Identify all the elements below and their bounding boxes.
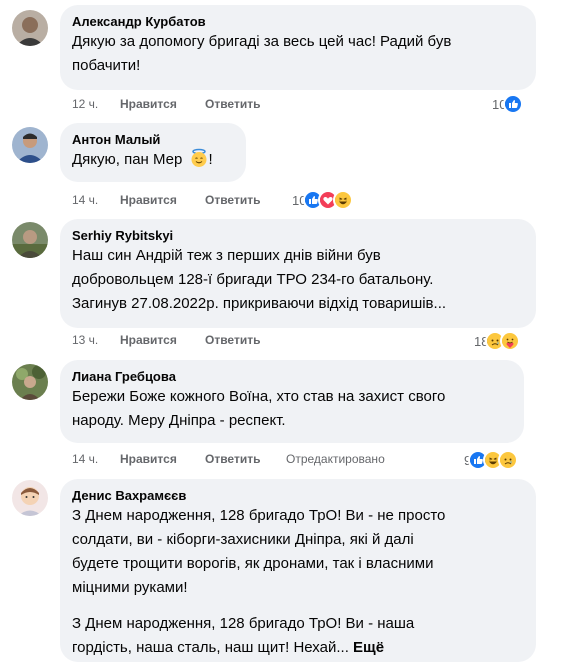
comment-bubble: Serhiy Rybitskyi Наш син Андрій теж з пе… bbox=[60, 219, 536, 328]
see-more-link[interactable]: Ещё bbox=[353, 639, 384, 656]
like-button[interactable]: Нравится bbox=[120, 192, 177, 208]
comment-text-line: солдати, ви - кіборги-захисники Дніпра, … bbox=[72, 531, 414, 548]
edited-label[interactable]: Отредактировано bbox=[286, 451, 385, 467]
reaction-summary[interactable]: 10 bbox=[492, 94, 524, 114]
comment-text-line: міцними руками! bbox=[72, 579, 188, 596]
comment-text-line: Загинув 27.08.2022р. прикриваючи відхід … bbox=[72, 295, 447, 312]
comment-author[interactable]: Антон Малый bbox=[72, 131, 234, 148]
avatar[interactable] bbox=[12, 480, 48, 516]
halo-face-emoji bbox=[189, 148, 209, 168]
comment-text-line: Бережи Боже кожного Воїна, хто став на з… bbox=[72, 388, 446, 405]
like-icon bbox=[503, 94, 524, 114]
comment-time[interactable]: 12 ч. bbox=[72, 96, 98, 112]
like-button[interactable]: Нравится bbox=[120, 96, 177, 112]
comment-text-line: З Днем народження, 128 бригадо ТрО! Ви -… bbox=[72, 507, 446, 524]
avatar[interactable] bbox=[12, 127, 48, 163]
comment-text-line: Дякую за допомогу бригаді за весь цей ча… bbox=[72, 33, 452, 50]
comment-text: гордість, наша сталь, наш щит! Нехай... bbox=[72, 639, 349, 656]
reaction-summary[interactable]: 18 bbox=[474, 331, 521, 351]
like-button[interactable]: Нравится bbox=[120, 332, 177, 348]
like-button[interactable]: Нравится bbox=[120, 451, 177, 467]
comment-author[interactable]: Serhiy Rybitskyi bbox=[72, 227, 524, 244]
comment-text-line: гордість, наша сталь, наш щит! Нехай... … bbox=[72, 636, 524, 660]
comment-text-spacer bbox=[72, 600, 524, 612]
comment-bubble: Александр Курбатов Дякую за допомогу бри… bbox=[60, 5, 536, 90]
comment-author[interactable]: Александр Курбатов bbox=[72, 13, 524, 30]
sad-icon bbox=[498, 450, 519, 470]
comment-text-line: добровольцем 128-ї бригади ТРО 234-го ба… bbox=[72, 271, 434, 288]
comment-bubble: Денис Вахрамєєв З Днем народження, 128 б… bbox=[60, 479, 536, 662]
reply-button[interactable]: Ответить bbox=[205, 332, 260, 348]
comment-text-suffix: ! bbox=[208, 151, 213, 168]
avatar[interactable] bbox=[12, 10, 48, 46]
comment-text-line: Дякую, пан Мер ! bbox=[72, 148, 234, 172]
comment-bubble: Лиана Гребцова Бережи Боже кожного Воїна… bbox=[60, 360, 524, 443]
comment-text-line: побачити! bbox=[72, 57, 141, 74]
comment-time[interactable]: 14 ч. bbox=[72, 451, 98, 467]
comment-text: Дякую, пан Мер bbox=[72, 151, 183, 168]
reply-button[interactable]: Ответить bbox=[205, 451, 260, 467]
avatar[interactable] bbox=[12, 222, 48, 258]
haha-icon bbox=[333, 190, 354, 210]
reaction-summary[interactable]: 9 bbox=[464, 450, 519, 470]
comment-text-line: народу. Меру Дніпра - респект. bbox=[72, 412, 286, 429]
comment-text-line: будете трощити ворогів, як дронами, так … bbox=[72, 555, 434, 572]
reply-button[interactable]: Ответить bbox=[205, 192, 260, 208]
reaction-summary[interactable]: 10 bbox=[292, 190, 354, 210]
comment-time[interactable]: 13 ч. bbox=[72, 332, 98, 348]
avatar[interactable] bbox=[12, 364, 48, 400]
comment-time[interactable]: 14 ч. bbox=[72, 192, 98, 208]
care-icon bbox=[500, 331, 521, 351]
comment-author[interactable]: Лиана Гребцова bbox=[72, 368, 512, 385]
comment-text-line: Наш син Андрій теж з перших днів війни б… bbox=[72, 247, 381, 264]
comment-bubble: Антон Малый Дякую, пан Мер ! bbox=[60, 123, 246, 182]
comment-author[interactable]: Денис Вахрамєєв bbox=[72, 487, 524, 504]
reply-button[interactable]: Ответить bbox=[205, 96, 260, 112]
comment-text-line: З Днем народження, 128 бригадо ТрО! Ви -… bbox=[72, 615, 415, 632]
